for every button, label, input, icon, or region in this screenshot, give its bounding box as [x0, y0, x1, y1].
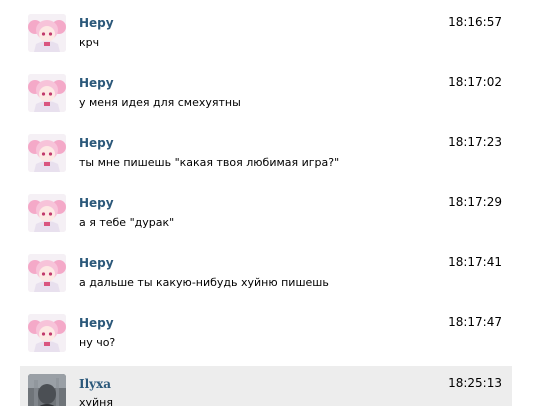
message-author[interactable]: Неру: [79, 16, 114, 30]
anime-pink-hair-avatar-icon[interactable]: [28, 254, 66, 292]
message-time: 18:17:02: [448, 75, 502, 89]
message-time: 18:17:41: [448, 255, 502, 269]
message-text: ну чо?: [79, 336, 116, 349]
message-time: 18:17:47: [448, 315, 502, 329]
message-row: Неру крч 18:16:57: [0, 0, 512, 60]
message-time: 18:17:29: [448, 195, 502, 209]
message-row: Неру ты мне пишешь "какая твоя любимая и…: [0, 120, 512, 180]
message-author[interactable]: Неру: [79, 196, 114, 210]
grey-photo-avatar-icon[interactable]: [28, 374, 66, 406]
anime-pink-hair-avatar-icon[interactable]: [28, 134, 66, 172]
message-row: Неру у меня идея для смехуятны 18:17:02: [0, 60, 512, 120]
message-author[interactable]: Неру: [79, 316, 114, 330]
message-time: 18:17:23: [448, 135, 502, 149]
message-text: крч: [79, 36, 100, 49]
message-history: Неру крч 18:16:57 Неру у меня идея для с…: [0, 0, 538, 406]
message-row-highlighted: Ilyxa хуйня 18:25:13: [20, 366, 512, 406]
message-author[interactable]: Ilyxa: [79, 377, 111, 391]
message-author[interactable]: Неру: [79, 76, 114, 90]
message-text: ты мне пишешь "какая твоя любимая игра?": [79, 156, 340, 169]
anime-pink-hair-avatar-icon[interactable]: [28, 74, 66, 112]
message-text: у меня идея для смехуятны: [79, 96, 241, 109]
message-time: 18:16:57: [448, 15, 502, 29]
message-row: Неру ну чо? 18:17:47: [0, 300, 512, 360]
anime-pink-hair-avatar-icon[interactable]: [28, 314, 66, 352]
message-row: Неру а я тебе "дурак" 18:17:29: [0, 180, 512, 240]
message-time: 18:25:13: [448, 376, 502, 390]
message-row: Неру а дальше ты какую-нибудь хуйню пише…: [0, 240, 512, 300]
message-text: а дальше ты какую-нибудь хуйню пишешь: [79, 276, 329, 289]
anime-pink-hair-avatar-icon[interactable]: [28, 194, 66, 232]
message-text: а я тебе "дурак": [79, 216, 175, 229]
anime-pink-hair-avatar-icon[interactable]: [28, 14, 66, 52]
message-text: хуйня: [79, 396, 113, 406]
message-author[interactable]: Неру: [79, 256, 114, 270]
message-author[interactable]: Неру: [79, 136, 114, 150]
